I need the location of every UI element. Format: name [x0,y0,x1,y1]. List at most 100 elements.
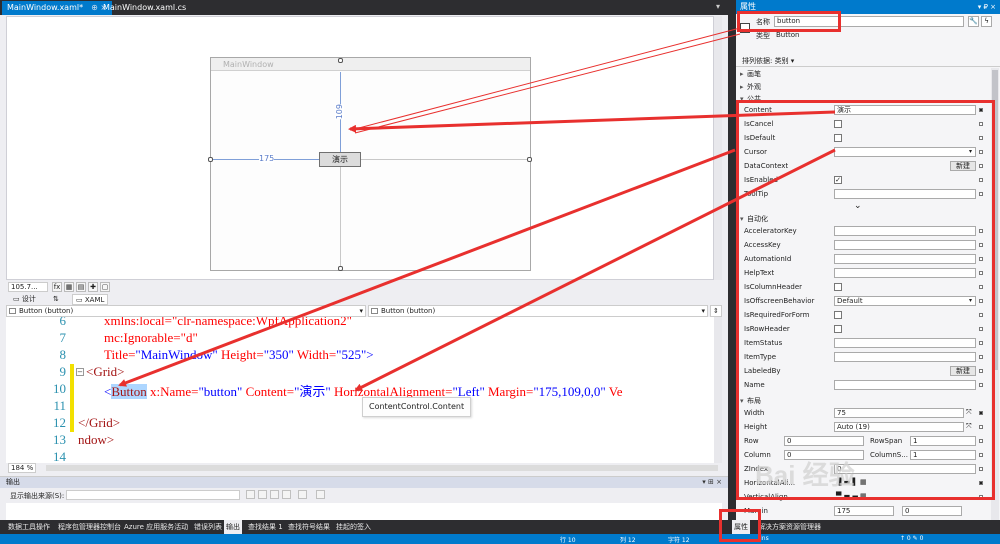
tab-mainwindow-xaml[interactable]: MainWindow.xaml* ⊕ × [2,1,113,15]
chevron-down-icon: ▾ [701,307,705,315]
tab-overflow-dropdown-icon[interactable]: ▾ [716,2,720,11]
clear-all-icon[interactable] [282,490,291,499]
element-combo-right-value: Button (button) [381,307,436,315]
expand-triangle-icon: ▸ [740,83,744,91]
wrench-icon[interactable]: 🔧 [968,16,979,27]
status-right-indicators: ↑ 0 ✎ 0 [900,535,924,542]
find-message-icon[interactable] [246,490,255,499]
top-margin-label: 109 [335,104,344,120]
code-zoom-select[interactable]: 184 % [8,463,36,473]
line-number: 12 [53,415,66,430]
snap-lines-icon[interactable]: ✚ [88,282,98,292]
code-line-9: <Grid> [86,364,125,379]
code-token: Ve [605,384,623,399]
element-combo-right[interactable]: Button (button) ▾ [368,305,708,317]
designer-vertical-scrollbar[interactable] [714,16,722,280]
code-line-7: mc:Ignorable="d" [104,330,198,345]
code-line-12: </Grid> [78,415,121,430]
margin-right-field[interactable]: 0 [902,506,962,516]
tab-output[interactable]: 输出 [224,520,242,534]
wpf-designer-surface[interactable]: MainWindow 175 109 演示 [6,16,714,280]
annotation-box-properties [736,100,995,500]
code-horizontal-scrollbar[interactable] [46,465,718,471]
intellisense-tooltip: ContentControl.Content [362,397,472,417]
split-editor-icon[interactable]: ⇕ [710,305,722,317]
bottom-margin-adorner [340,167,341,269]
output-text-area[interactable] [6,503,722,520]
annotation-box-properties-tab [719,509,761,542]
designer-zoom-select[interactable]: 105.7... [8,282,48,292]
properties-window-controls[interactable]: ▾ ₽ × [978,0,996,14]
output-panel-controls[interactable]: ▾ ⊞ × [702,477,722,488]
line-number: 9 [59,364,67,379]
wpf-window-titlebar: MainWindow [211,58,530,71]
toggle-wrap-icon[interactable] [316,490,325,499]
tab-solution-explorer[interactable]: 解决方案资源管理器 [756,520,823,534]
tab-label: MainWindow.xaml* [7,3,84,12]
code-token: "525" [336,347,367,362]
arrange-by-dropdown[interactable]: 排列依据: 类别 ▾ [742,56,794,66]
code-line-13: ndow> [78,432,115,447]
xaml-code-editor[interactable]: 6 7 8 9 10 11 12 13 14 − xmlns:local="cl… [6,317,722,463]
top-anchor-handle[interactable] [338,58,343,63]
grid-icon[interactable]: ▦ [64,282,74,292]
tab-pending-checkins[interactable]: 挂起的签入 [334,520,373,534]
status-insert-mode: Ins [760,535,769,542]
wpf-window-client[interactable]: 175 109 演示 [208,58,532,271]
tab-mainwindow-xaml-cs[interactable]: MainWindow.xaml.cs [98,1,191,15]
prop-row-margin: Margin 175 0 [736,504,1000,518]
snap-grid-icon[interactable]: ▤ [76,282,86,292]
status-char: 字符 12 [668,537,690,544]
document-tab-strip: MainWindow.xaml* ⊕ × MainWindow.xaml.cs ▾ [0,0,728,15]
element-combo-left[interactable]: Button (button) ▾ [6,305,366,317]
tab-xaml[interactable]: ▭ XAML [72,294,109,305]
wpf-window-preview[interactable]: MainWindow 175 109 演示 [208,57,532,271]
tab-design[interactable]: ▭ 设计 [10,294,39,305]
tab-package-manager-console[interactable]: 程序包管理器控制台 [56,520,123,534]
next-message-icon[interactable] [270,490,279,499]
category-appearance[interactable]: ▸ 外观 [740,82,761,92]
prev-message-icon[interactable] [258,490,267,499]
code-token: Width= [293,347,337,362]
toggle-icon[interactable]: ▢ [100,282,110,292]
line-number: 14 [53,449,66,463]
expand-triangle-icon: ▸ [740,70,744,78]
fx-icon[interactable]: fx [52,282,62,292]
bottom-anchor-handle[interactable] [338,266,343,271]
right-margin-adorner [361,159,529,160]
category-label: 外观 [747,83,761,91]
design-xaml-split-tabs: ▭ 设计 ⇅ ▭ XAML [6,294,722,305]
tab-find-results-1[interactable]: 查找结果 1 [246,520,285,534]
code-token: Height= [217,347,264,362]
tab-design-label: 设计 [21,295,36,303]
tab-label: MainWindow.xaml.cs [103,3,187,12]
status-column: 列 12 [620,537,636,544]
left-anchor-handle[interactable] [208,157,213,162]
demo-button-preview[interactable]: 演示 [319,152,361,167]
right-anchor-handle[interactable] [527,157,532,162]
xaml-navigation-bar: Button (button) ▾ Button (button) ▾ ⇕ [6,305,722,317]
tab-find-symbol-results[interactable]: 查找符号结果 [286,520,332,534]
line-number: 13 [53,432,66,447]
content-attribute-value: "演示" [294,384,331,399]
line-number: 7 [59,330,67,345]
code-token: "350" [263,347,294,362]
output-panel: 输出 ▾ ⊞ × 显示输出来源(S): [0,476,728,520]
collapse-icon[interactable]: − [76,368,84,376]
code-token: "button" [198,384,243,399]
margin-left-field[interactable]: 175 [834,506,894,516]
code-vertical-scrollbar[interactable] [714,317,722,463]
swap-panes-icon[interactable]: ⇅ [50,294,62,305]
line-number: 11 [53,398,66,413]
tab-azure-activity[interactable]: Azure 应用服务活动 [122,520,190,534]
tab-error-list[interactable]: 错误列表 [192,520,224,534]
tool-window-tab-strip: 数据工具操作 程序包管理器控制台 Azure 应用服务活动 错误列表 输出 查找… [0,520,1000,534]
type-value: Button [776,31,800,39]
events-lightning-icon[interactable]: ϟ [981,16,992,27]
category-brush[interactable]: ▸ 画笔 [740,69,761,79]
output-panel-title: 输出 [6,478,20,486]
code-line-6: xmlns:local="clr-namespace:WpfApplicatio… [104,317,352,328]
word-wrap-icon[interactable] [298,490,307,499]
output-source-select[interactable] [66,490,240,500]
tab-data-tools[interactable]: 数据工具操作 [6,520,52,534]
